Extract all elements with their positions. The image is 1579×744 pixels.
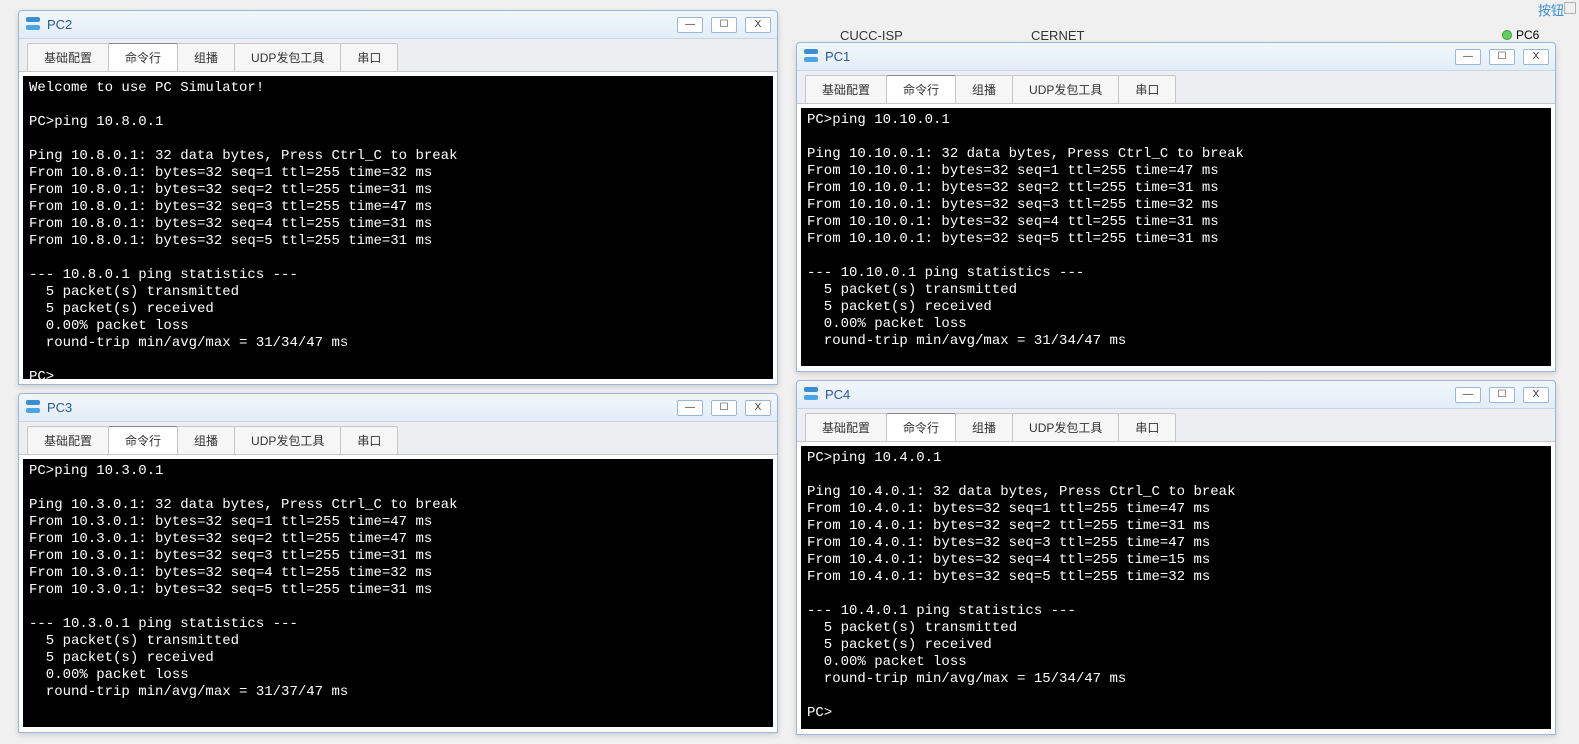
tab-cmd[interactable]: 命令行	[886, 413, 956, 441]
side-panel-edge	[1564, 2, 1578, 14]
app-icon	[25, 17, 41, 33]
close-button[interactable]: X	[745, 400, 771, 416]
close-button[interactable]: X	[1523, 49, 1549, 65]
tab-multicast[interactable]: 组播	[177, 43, 235, 71]
app-icon	[803, 387, 819, 403]
window-pc2: PC2 — ☐ X 基础配置 命令行 组播 UDP发包工具 串口 Welcome…	[18, 10, 778, 385]
tab-multicast[interactable]: 组播	[955, 75, 1013, 103]
maximize-button[interactable]: ☐	[711, 400, 737, 416]
window-pc4: PC4 — ☐ X 基础配置 命令行 组播 UDP发包工具 串口 PC>ping…	[796, 380, 1556, 735]
topology-node-pc6[interactable]: PC6	[1502, 28, 1539, 42]
tab-multicast[interactable]: 组播	[177, 426, 235, 454]
bg-button-label: 按钮	[1538, 0, 1564, 19]
side-box	[1564, 2, 1576, 14]
close-button[interactable]: X	[745, 17, 771, 33]
tab-basic[interactable]: 基础配置	[27, 426, 109, 454]
window-title: PC2	[47, 17, 677, 32]
tab-cmd[interactable]: 命令行	[886, 75, 956, 103]
tab-basic[interactable]: 基础配置	[27, 43, 109, 71]
minimize-button[interactable]: —	[1455, 49, 1481, 65]
window-pc3: PC3 — ☐ X 基础配置 命令行 组播 UDP发包工具 串口 PC>ping…	[18, 393, 778, 733]
maximize-button[interactable]: ☐	[1489, 387, 1515, 403]
tab-bar: 基础配置 命令行 组播 UDP发包工具 串口	[19, 422, 777, 455]
close-button[interactable]: X	[1523, 387, 1549, 403]
tab-serial[interactable]: 串口	[340, 426, 398, 454]
terminal-output[interactable]: PC>ping 10.10.0.1 Ping 10.10.0.1: 32 dat…	[801, 108, 1551, 366]
terminal-output[interactable]: PC>ping 10.3.0.1 Ping 10.3.0.1: 32 data …	[23, 459, 773, 727]
tab-basic[interactable]: 基础配置	[805, 413, 887, 441]
window-title: PC1	[825, 49, 1455, 64]
tab-basic[interactable]: 基础配置	[805, 75, 887, 103]
minimize-button[interactable]: —	[677, 400, 703, 416]
titlebar[interactable]: PC2 — ☐ X	[19, 11, 777, 39]
minimize-button[interactable]: —	[1455, 387, 1481, 403]
window-pc1: PC1 — ☐ X 基础配置 命令行 组播 UDP发包工具 串口 PC>ping…	[796, 42, 1556, 372]
tab-cmd[interactable]: 命令行	[108, 426, 178, 454]
app-icon	[25, 400, 41, 416]
tab-bar: 基础配置 命令行 组播 UDP发包工具 串口	[19, 39, 777, 72]
tab-udp[interactable]: UDP发包工具	[1012, 413, 1119, 441]
tab-cmd[interactable]: 命令行	[108, 43, 178, 71]
tab-serial[interactable]: 串口	[1118, 75, 1176, 103]
minimize-button[interactable]: —	[677, 17, 703, 33]
node-label: PC6	[1516, 28, 1539, 42]
titlebar[interactable]: PC4 — ☐ X	[797, 381, 1555, 409]
bg-label-cucc: CUCC-ISP	[840, 28, 903, 43]
tab-multicast[interactable]: 组播	[955, 413, 1013, 441]
tab-udp[interactable]: UDP发包工具	[1012, 75, 1119, 103]
maximize-button[interactable]: ☐	[1489, 49, 1515, 65]
titlebar[interactable]: PC3 — ☐ X	[19, 394, 777, 422]
tab-bar: 基础配置 命令行 组播 UDP发包工具 串口	[797, 71, 1555, 104]
terminal-output[interactable]: PC>ping 10.4.0.1 Ping 10.4.0.1: 32 data …	[801, 446, 1551, 729]
node-status-icon	[1502, 30, 1512, 40]
window-title: PC4	[825, 387, 1455, 402]
window-title: PC3	[47, 400, 677, 415]
tab-udp[interactable]: UDP发包工具	[234, 426, 341, 454]
titlebar[interactable]: PC1 — ☐ X	[797, 43, 1555, 71]
tab-serial[interactable]: 串口	[1118, 413, 1176, 441]
tab-bar: 基础配置 命令行 组播 UDP发包工具 串口	[797, 409, 1555, 442]
tab-udp[interactable]: UDP发包工具	[234, 43, 341, 71]
terminal-output[interactable]: Welcome to use PC Simulator! PC>ping 10.…	[23, 76, 773, 379]
tab-serial[interactable]: 串口	[340, 43, 398, 71]
bg-label-cernet: CERNET	[1031, 28, 1084, 43]
maximize-button[interactable]: ☐	[711, 17, 737, 33]
app-icon	[803, 49, 819, 65]
